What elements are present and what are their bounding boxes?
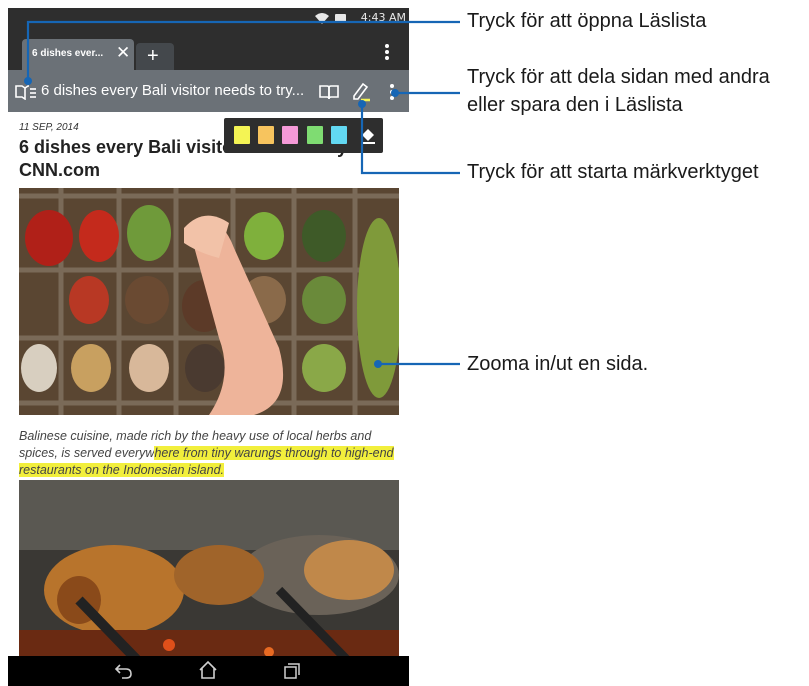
close-icon[interactable]: ✕ (116, 43, 130, 63)
eraser-icon[interactable] (358, 125, 378, 145)
marker-color-green[interactable] (307, 126, 323, 144)
tab-title: 6 dishes ever... (32, 48, 104, 59)
overflow-menu-icon[interactable] (389, 83, 395, 101)
tablet-screen: 4:43 AM 6 dishes ever... ✕ + 6 dishes ev… (8, 8, 409, 686)
url-bar: 6 dishes every Bali visitor needs to try… (8, 70, 409, 112)
tab-active[interactable]: 6 dishes ever... ✕ (22, 39, 134, 70)
navigation-bar (8, 656, 409, 686)
marker-color-pink[interactable] (282, 126, 298, 144)
status-bar: 4:43 AM (8, 8, 409, 30)
marker-color-orange[interactable] (258, 126, 274, 144)
page-title[interactable]: 6 dishes every Bali visitor needs to try… (41, 82, 304, 99)
open-book-icon[interactable] (319, 84, 339, 100)
home-icon[interactable] (198, 660, 218, 680)
marker-color-cyan[interactable] (331, 126, 347, 144)
article-photo-roast-pig (19, 480, 399, 662)
callout-marker-tool: Tryck för att starta märkverktyget (467, 161, 759, 183)
photo-caption: Balinese cuisine, made rich by the heavy… (19, 428, 401, 479)
article-content[interactable]: 11 SEP, 2014 6 dishes every Bali visitor… (8, 112, 409, 662)
recent-apps-icon[interactable] (283, 663, 301, 679)
callout-reading-list: Tryck för att öppna Läslista (467, 10, 707, 32)
new-tab-button[interactable]: + (136, 43, 174, 70)
plus-icon: + (147, 45, 159, 67)
tab-bar: 6 dishes ever... ✕ + (8, 30, 409, 70)
overflow-menu-icon[interactable] (384, 43, 390, 61)
marker-color-yellow[interactable] (234, 126, 250, 144)
back-icon[interactable] (114, 662, 134, 680)
manual-page: 4:43 AM 6 dishes ever... ✕ + 6 dishes ev… (0, 0, 809, 686)
battery-icon (335, 14, 346, 23)
callout-share-line1: Tryck för att dela sidan med andra (467, 66, 770, 88)
marker-palette (224, 118, 383, 153)
reading-list-icon[interactable] (15, 84, 37, 100)
status-time: 4:43 AM (360, 11, 406, 24)
article-date: 11 SEP, 2014 (19, 122, 79, 133)
wifi-icon (315, 13, 329, 24)
callout-zoom: Zooma in/ut en sida. (467, 353, 649, 375)
callout-share-line2: eller spara den i Läslista (467, 94, 683, 116)
article-photo-food-tray (19, 188, 399, 415)
marker-icon[interactable] (351, 81, 371, 103)
